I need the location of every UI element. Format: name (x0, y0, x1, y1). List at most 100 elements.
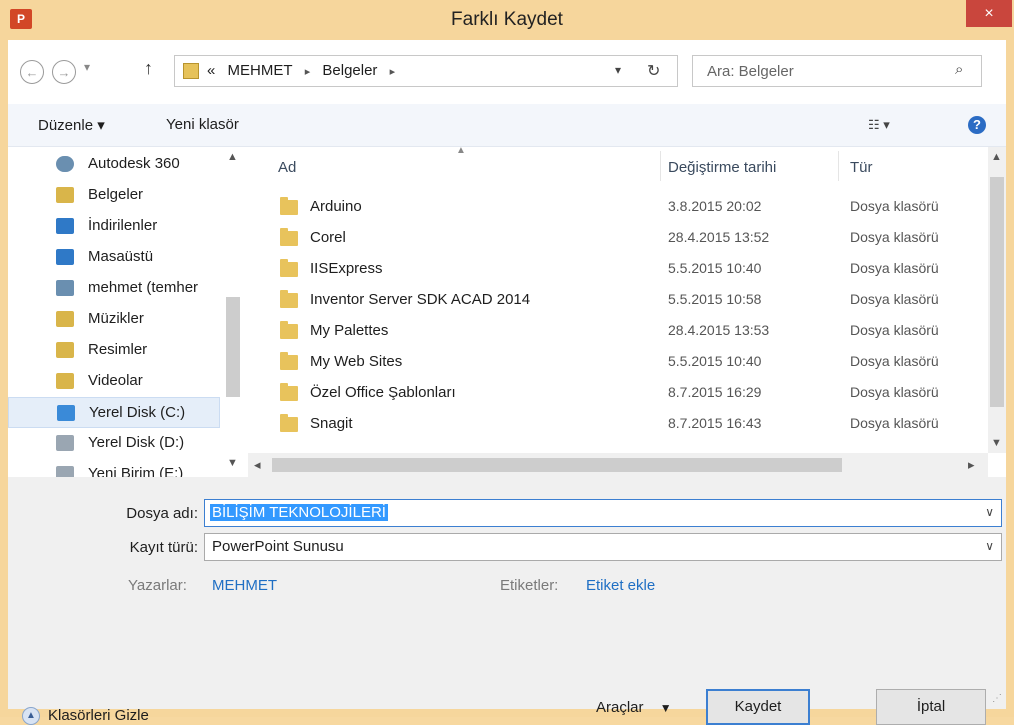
navigation-pane: Yeni Birim (E:) Yerel Disk (D:) Yerel Disk… (8, 147, 249, 477)
sidebar-item[interactable]: Masaüstü (8, 242, 220, 273)
tools-label: Araçlar (596, 699, 644, 716)
title-bar[interactable]: P Farklı Kaydet × (0, 0, 1014, 40)
scroll-up-icon[interactable]: ▲ (227, 151, 238, 163)
window-title: Farklı Kaydet (451, 9, 563, 30)
folder-icon (280, 259, 298, 277)
sidebar-item[interactable]: Belgeler (8, 180, 220, 211)
scroll-down-icon[interactable]: ▼ (227, 457, 238, 469)
organize-button[interactable]: Düzenle ▾ (38, 116, 105, 134)
sidebar-item[interactable]: Yerel Disk (D:) (8, 428, 220, 459)
table-row[interactable]: Snagit 8.7.2015 16:43 Dosya klasörü (248, 409, 988, 440)
save-button[interactable]: Kaydet (706, 689, 810, 725)
file-list-vertical-scrollbar[interactable]: ▲ ▼ (988, 147, 1006, 453)
folder-icon (280, 414, 298, 432)
sidebar-item[interactable]: mehmet (temher (8, 273, 220, 304)
filename-field[interactable]: BİLİŞİM TEKNOLOJİLERİ ∨ (204, 499, 1002, 527)
nav-scrollbar[interactable]: ▲ ▼ (220, 147, 246, 477)
file-type: Dosya klasörü (850, 415, 939, 431)
sidebar-item[interactable]: Yeni Birim (E:) (8, 459, 220, 477)
chevron-down-icon: ▼ (659, 701, 672, 715)
sidebar-item[interactable]: Videolar (8, 366, 220, 397)
file-name: Corel (310, 229, 346, 246)
file-type: Dosya klasörü (850, 260, 939, 276)
column-type[interactable]: Tür (850, 159, 873, 176)
breadcrumb-separator-icon[interactable]: ▸ (390, 66, 396, 78)
back-button[interactable]: ← (20, 60, 44, 84)
breadcrumb-mehmet[interactable]: MEHMET (228, 62, 293, 79)
file-date: 5.5.2015 10:58 (668, 291, 762, 307)
breadcrumb-separator-icon[interactable]: ▸ (305, 66, 311, 78)
breadcrumb-overflow[interactable]: « (207, 62, 215, 79)
filename-input[interactable]: BİLİŞİM TEKNOLOJİLERİ (210, 504, 388, 521)
tools-menu[interactable]: Araçlar ▼ (596, 699, 672, 716)
file-date: 5.5.2015 10:40 (668, 260, 762, 276)
breadcrumb-belgeler[interactable]: Belgeler (322, 62, 377, 79)
tags-value[interactable]: Etiket ekle (586, 577, 655, 594)
chevron-down-icon[interactable]: ∨ (985, 539, 994, 553)
table-row[interactable]: Corel 28.4.2015 13:52 Dosya klasörü (248, 223, 988, 254)
sidebar-item[interactable]: İndirilenler (8, 211, 220, 242)
scroll-thumb[interactable] (272, 458, 842, 472)
authors-value[interactable]: MEHMET (212, 577, 277, 594)
file-name: Özel Office Şablonları (310, 384, 456, 401)
file-type: Dosya klasörü (850, 229, 939, 245)
address-dropdown-icon[interactable]: ▾ (615, 63, 621, 77)
view-options-icon[interactable]: ☷ ▾ (868, 117, 890, 133)
file-name: Snagit (310, 415, 353, 432)
downloads-icon (56, 218, 74, 234)
search-box[interactable]: Ara: Belgeler ⌕ (692, 55, 982, 87)
dialog-body: ← → ▾ ↑ « MEHMET ▸ Belgeler ▸ ▾ ↻ Ara: B… (8, 40, 1006, 725)
table-row[interactable]: Özel Office Şablonları 8.7.2015 16:29 Dosy… (248, 378, 988, 409)
table-row[interactable]: Arduino 3.8.2015 20:02 Dosya klasörü (248, 192, 988, 223)
folder-icon (280, 290, 298, 308)
cancel-button[interactable]: İptal (876, 689, 986, 725)
address-bar[interactable]: « MEHMET ▸ Belgeler ▸ ▾ ↻ (174, 55, 678, 87)
recent-locations-chevron-icon[interactable]: ▾ (84, 60, 90, 74)
folder-icon (280, 321, 298, 339)
table-row[interactable]: Inventor Server SDK ACAD 2014 5.5.2015 10… (248, 285, 988, 316)
search-input[interactable]: Ara: Belgeler (707, 63, 794, 80)
forward-button[interactable]: → (52, 60, 76, 84)
scroll-up-icon[interactable]: ▲ (991, 151, 1002, 163)
file-list-horizontal-scrollbar[interactable]: ◂ ▸ (248, 453, 988, 477)
resize-grip-icon[interactable]: ⋰ (992, 693, 1002, 704)
filetype-select[interactable]: PowerPoint Sunusu ∨ (204, 533, 1002, 561)
new-folder-button[interactable]: Yeni klasör (166, 116, 239, 133)
network-user-icon (56, 280, 74, 296)
scroll-thumb[interactable] (226, 297, 240, 397)
table-row[interactable]: IISExpress 5.5.2015 10:40 Dosya klasörü (248, 254, 988, 285)
chevron-down-icon[interactable]: ∨ (985, 505, 994, 519)
table-row[interactable]: My Palettes 28.4.2015 13:53 Dosya klasörü (248, 316, 988, 347)
scroll-left-icon[interactable]: ◂ (254, 457, 261, 473)
file-date: 5.5.2015 10:40 (668, 353, 762, 369)
drive-icon (56, 466, 74, 477)
column-date[interactable]: Değiştirme tarihi (668, 159, 776, 176)
column-divider[interactable] (660, 151, 661, 181)
folder-icon (280, 383, 298, 401)
sidebar-item[interactable]: Resimler (8, 335, 220, 366)
scroll-right-icon[interactable]: ▸ (968, 457, 975, 473)
up-button[interactable]: ↑ (144, 58, 153, 79)
table-row[interactable]: My Web Sites 5.5.2015 10:40 Dosya klasörü (248, 347, 988, 378)
scroll-down-icon[interactable]: ▼ (991, 437, 1002, 449)
close-button[interactable]: × (966, 0, 1012, 27)
sidebar-item[interactable]: Müzikler (8, 304, 220, 335)
file-date: 28.4.2015 13:53 (668, 322, 770, 338)
file-date: 8.7.2015 16:43 (668, 415, 762, 431)
file-type: Dosya klasörü (850, 198, 939, 214)
sidebar-item-label: Yeni Birim (E:) (88, 465, 184, 477)
command-bar: Düzenle ▾ Yeni klasör ☷ ▾ ? (8, 104, 1006, 147)
help-icon[interactable]: ? (968, 116, 986, 134)
documents-icon (56, 187, 74, 203)
sidebar-item-label: Belgeler (88, 186, 144, 203)
tags-label: Etiketler: (500, 577, 559, 594)
refresh-icon[interactable]: ↻ (647, 61, 660, 81)
column-divider[interactable] (838, 151, 839, 181)
search-icon[interactable]: ⌕ (955, 61, 963, 78)
sidebar-item[interactable]: Yerel Disk (C:) (8, 397, 220, 428)
scroll-thumb[interactable] (990, 177, 1004, 407)
sidebar-item[interactable]: Autodesk 360 (8, 149, 220, 180)
file-date: 8.7.2015 16:29 (668, 384, 762, 400)
file-date: 3.8.2015 20:02 (668, 198, 762, 214)
column-name[interactable]: Ad (278, 159, 296, 176)
